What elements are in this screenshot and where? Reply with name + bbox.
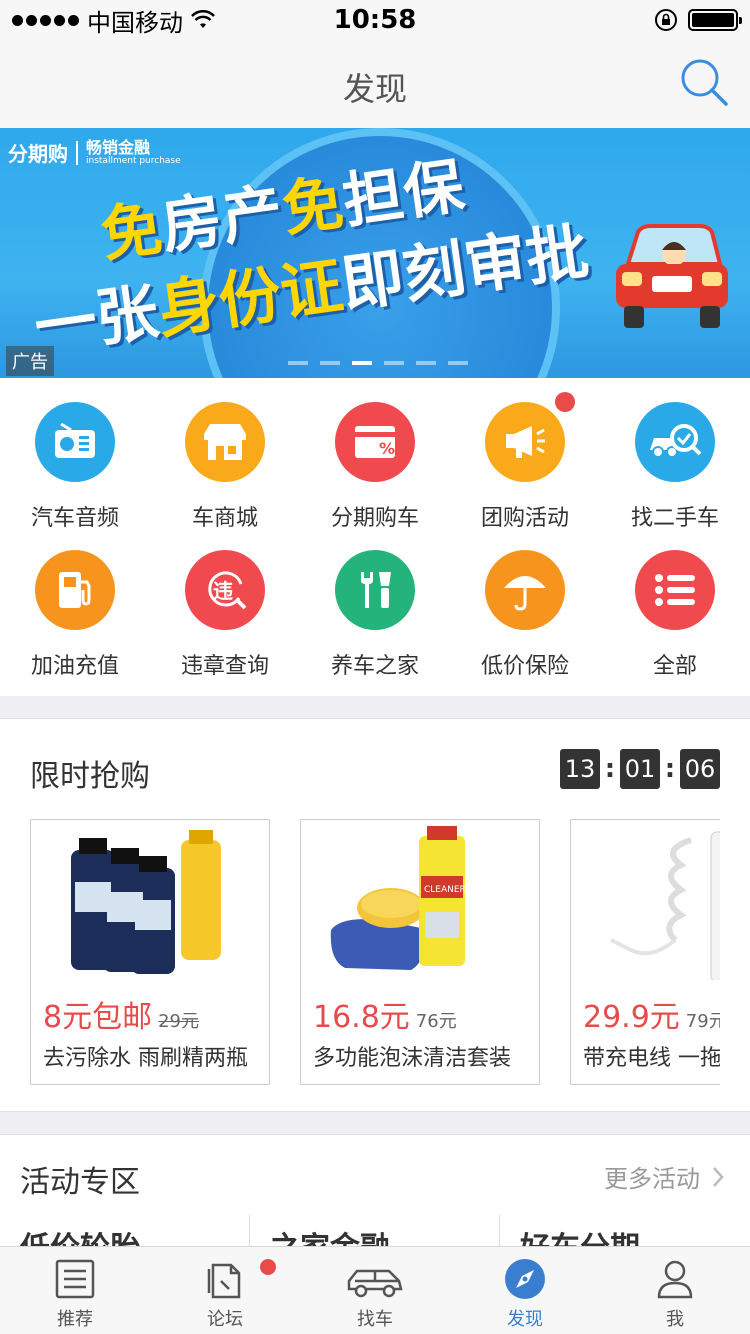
- activity-section: 活动专区 更多活动 低价轮胎 之家金融 好车分期: [0, 1134, 750, 1246]
- grid-item-violation[interactable]: 违 违章查询: [150, 526, 300, 679]
- product-image: [610, 831, 720, 980]
- tab-find-car[interactable]: 找车: [300, 1247, 450, 1334]
- svg-text:CLEANER: CLEANER: [424, 885, 466, 895]
- flash-sale-section: 限时抢购 13 : 01 : 06 8元包邮 29元 去污除水 雨刷精两瓶 CL…: [0, 718, 750, 1112]
- product-price: 16.8元 76元: [313, 1000, 457, 1035]
- grid-item-used-car[interactable]: 找二手车: [600, 378, 750, 531]
- grid-item-installment[interactable]: % 分期购车: [300, 378, 450, 531]
- countdown-timer: 13 : 01 : 06: [560, 749, 720, 789]
- original-price: 79元: [685, 1011, 720, 1032]
- compass-icon: [505, 1259, 545, 1299]
- banner-brand: 分期购 畅销金融 installment purchase: [8, 137, 181, 166]
- product-name: 多功能泡沫清洁套装: [313, 1046, 512, 1071]
- banner-page-indicator: [288, 361, 468, 365]
- grid-item-group-buy[interactable]: 团购活动: [450, 378, 600, 531]
- countdown-minutes: 01: [620, 749, 660, 789]
- tab-forum[interactable]: 论坛: [150, 1247, 300, 1334]
- svg-text:%: %: [379, 439, 395, 458]
- grid-label: 养车之家: [330, 654, 419, 679]
- installment-icon: %: [335, 402, 415, 482]
- original-price: 76元: [415, 1011, 457, 1032]
- fuel-icon: [35, 550, 115, 630]
- product-price: 8元包邮 29元: [43, 1000, 199, 1035]
- product-price: 29.9元79元: [583, 992, 720, 1036]
- car-icon: [347, 1269, 403, 1298]
- page-dot: [448, 361, 468, 365]
- page-dot: [416, 361, 436, 365]
- grid-label: 低价保险: [480, 654, 569, 679]
- list-icon: [635, 550, 715, 630]
- used-car-icon: [635, 402, 715, 482]
- original-price: 29元: [158, 1011, 199, 1032]
- grid-label: 全部: [652, 654, 697, 679]
- grid-item-insurance[interactable]: 低价保险: [450, 526, 600, 679]
- countdown-hours: 13: [560, 749, 600, 789]
- svg-text:违: 违: [213, 579, 233, 603]
- rotation-lock-icon: [655, 9, 677, 31]
- megaphone-icon: [485, 402, 565, 482]
- activity-tile[interactable]: 好车分期: [500, 1215, 750, 1246]
- product-carousel[interactable]: 8元包邮 29元 去污除水 雨刷精两瓶 CLEANER 16.8元 76元 多功能泡…: [30, 819, 720, 1085]
- tab-recommend[interactable]: 推荐: [0, 1247, 150, 1334]
- section-title: 活动专区: [20, 1165, 140, 1200]
- umbrella-icon: [485, 550, 565, 630]
- forum-icon: [207, 1263, 241, 1299]
- product-image: [71, 830, 221, 974]
- page-dot: [320, 361, 340, 365]
- activity-tile[interactable]: 低价轮胎: [0, 1215, 250, 1246]
- store-icon: [185, 402, 265, 482]
- tools-icon: [335, 550, 415, 630]
- car-illustration: [616, 224, 728, 328]
- tab-discover[interactable]: 发现: [450, 1247, 600, 1334]
- user-icon: [657, 1260, 693, 1299]
- search-icon[interactable]: [678, 56, 730, 108]
- battery-icon: [688, 9, 742, 31]
- product-card[interactable]: CLEANER 16.8元 76元 多功能泡沫清洁套装: [300, 819, 540, 1085]
- product-name: 去污除水 雨刷精两瓶: [43, 1046, 248, 1071]
- more-activities-link[interactable]: 更多活动: [604, 1159, 724, 1194]
- violation-icon: 违: [185, 550, 265, 630]
- product-image: CLEANER: [330, 826, 466, 970]
- page-dot: [384, 361, 404, 365]
- grid-label: 加油充值: [30, 654, 119, 679]
- section-title: 限时抢购: [30, 759, 150, 794]
- grid-item-fuel[interactable]: 加油充值: [0, 526, 150, 679]
- product-card[interactable]: 29.9元79元 带充电线 一拖二: [570, 819, 720, 1085]
- notification-badge: [555, 392, 575, 412]
- page-dot: [288, 361, 308, 365]
- notification-badge: [260, 1259, 276, 1275]
- activity-tile[interactable]: 之家金融: [250, 1215, 500, 1246]
- product-card[interactable]: 8元包邮 29元 去污除水 雨刷精两瓶: [30, 819, 270, 1085]
- chevron-right-icon: [713, 1166, 724, 1187]
- tab-bar: 推荐 论坛 找车 发现 我: [0, 1246, 750, 1334]
- page-title: 发现: [342, 70, 407, 108]
- tab-me[interactable]: 我: [600, 1247, 750, 1334]
- grid-item-car-audio[interactable]: 汽车音频: [0, 378, 150, 531]
- product-name: 带充电线 一拖二: [583, 1046, 720, 1071]
- clock: 10:58: [333, 5, 417, 35]
- countdown-seconds: 06: [680, 749, 720, 789]
- grid-label: 违章查询: [180, 654, 269, 679]
- promo-banner[interactable]: 分期购 畅销金融 installment purchase 免房产免担保 一张身…: [0, 128, 750, 378]
- status-bar: 中国移动 10:58: [0, 0, 750, 40]
- ad-label: 广告: [6, 346, 54, 376]
- grid-item-all[interactable]: 全部: [600, 526, 750, 679]
- grid-item-maintenance[interactable]: 养车之家: [300, 526, 450, 679]
- navigation-bar: 发现: [0, 40, 750, 128]
- page-dot-active: [352, 361, 372, 365]
- grid-item-car-mall[interactable]: 车商城: [150, 378, 300, 531]
- news-icon: [55, 1259, 95, 1299]
- service-grid: 汽车音频 车商城 % 分期购车 团购活动 找二手车 加油充值 违 违章查询 养车…: [0, 378, 750, 696]
- radio-icon: [35, 402, 115, 482]
